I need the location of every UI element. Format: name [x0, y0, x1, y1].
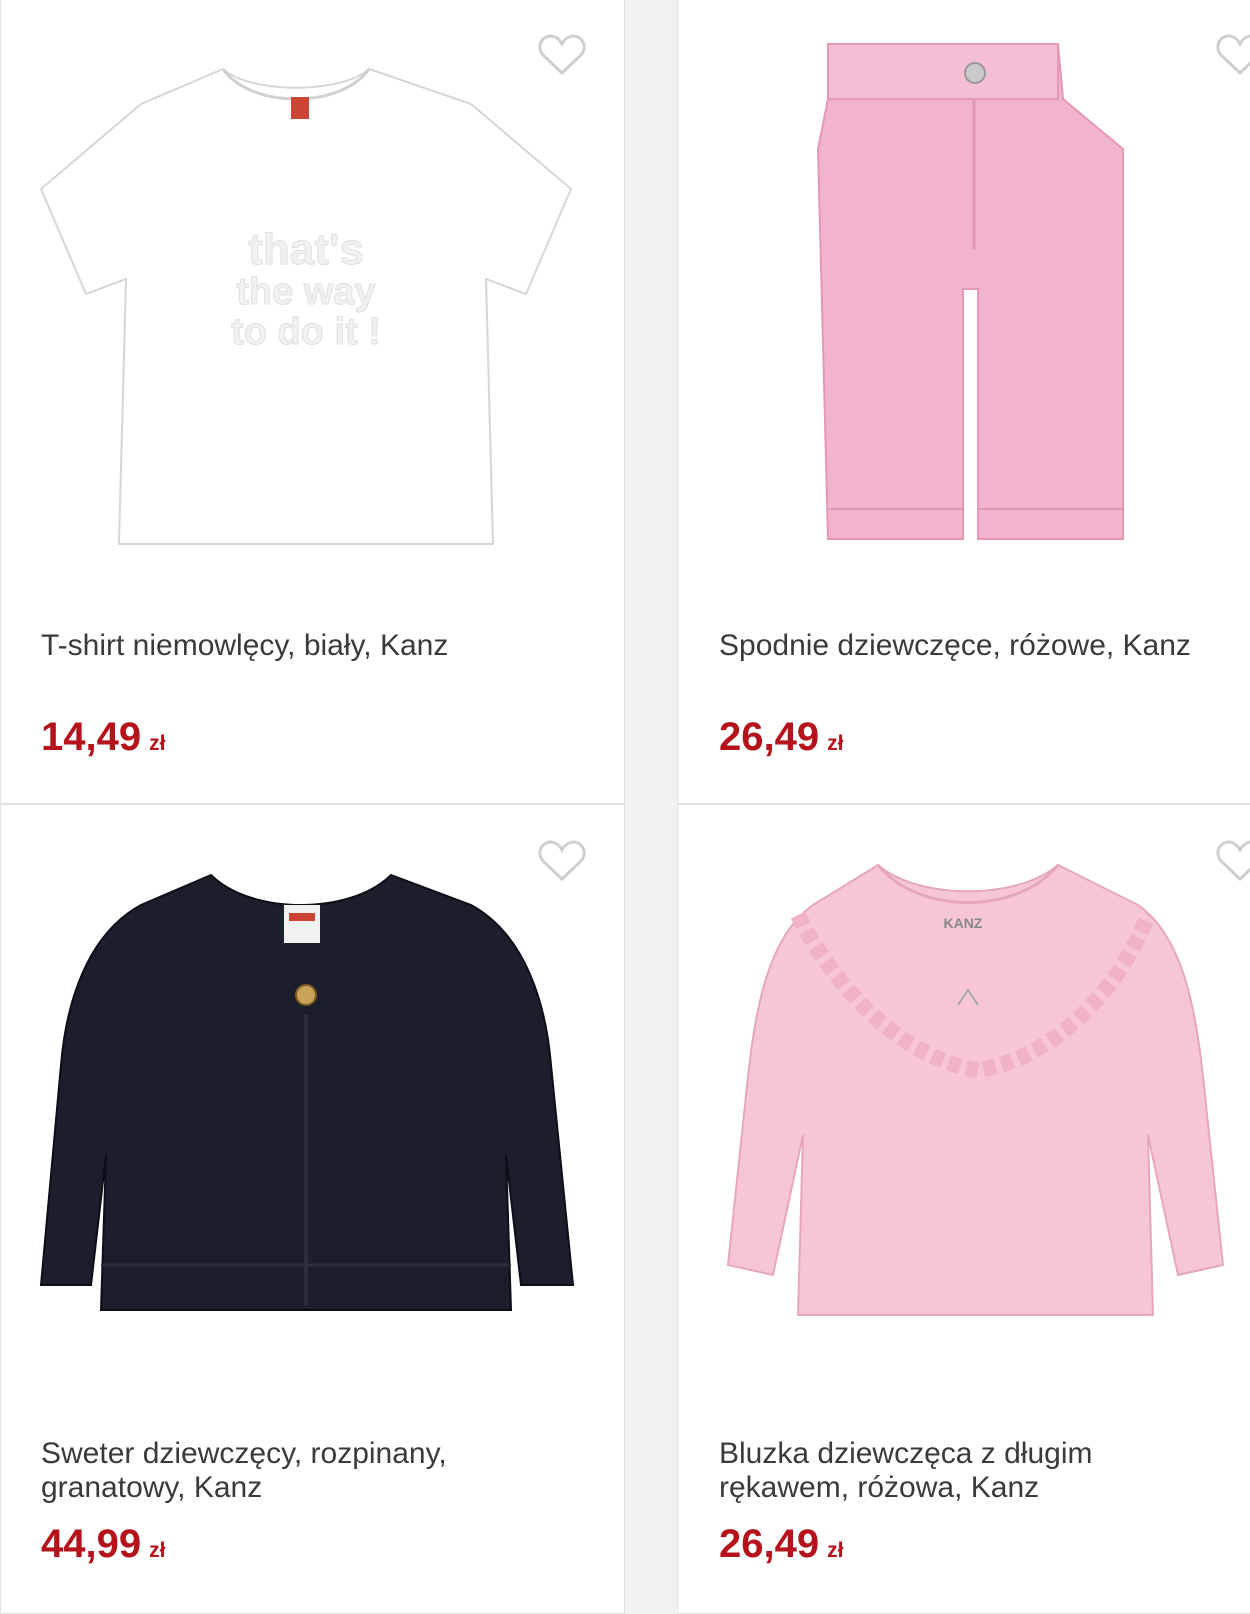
- product-card[interactable]: that's the way to do it ! T-shirt niemow…: [0, 0, 625, 804]
- price-value: 44,99: [41, 1522, 142, 1566]
- product-image[interactable]: [1, 805, 625, 1405]
- product-card[interactable]: Sweter dziewczęcy, rozpinany, granatowy,…: [0, 804, 625, 1614]
- product-price: 26,49 zł: [719, 715, 843, 766]
- price-currency: zł: [827, 1539, 844, 1562]
- product-title[interactable]: T-shirt niemowlęcy, biały, Kanz: [41, 629, 624, 663]
- heart-icon[interactable]: [537, 33, 587, 77]
- product-image[interactable]: that's the way to do it !: [1, 0, 625, 599]
- product-price: 14,49 zł: [41, 715, 165, 766]
- product-title[interactable]: Spodnie dziewczęce, różowe, Kanz: [719, 629, 1250, 663]
- product-price: 44,99 zł: [41, 1522, 165, 1573]
- product-price: 26,49 zł: [719, 1522, 843, 1573]
- svg-text:the way: the way: [236, 271, 375, 313]
- price-value: 26,49: [719, 715, 820, 759]
- svg-text:KANZ: KANZ: [944, 915, 983, 931]
- heart-icon[interactable]: [1215, 33, 1250, 77]
- heart-icon[interactable]: [537, 839, 587, 883]
- svg-text:to do it !: to do it !: [231, 311, 381, 353]
- product-card[interactable]: Spodnie dziewczęce, różowe, Kanz 26,49 zł: [677, 0, 1250, 804]
- product-image[interactable]: [678, 0, 1250, 599]
- svg-text:that's: that's: [248, 225, 364, 274]
- price-currency: zł: [149, 1539, 166, 1562]
- product-title[interactable]: Bluzka dziewczęca z długim rękawem, różo…: [719, 1437, 1250, 1505]
- price-currency: zł: [827, 732, 844, 755]
- price-value: 26,49: [719, 1522, 820, 1566]
- product-image[interactable]: KANZ: [678, 805, 1250, 1405]
- product-card[interactable]: KANZ Bluzka dziewczęca z długim rękawem,…: [677, 804, 1250, 1614]
- price-value: 14,49: [41, 715, 142, 759]
- product-title[interactable]: Sweter dziewczęcy, rozpinany, granatowy,…: [41, 1437, 624, 1505]
- heart-icon[interactable]: [1215, 839, 1250, 883]
- price-currency: zł: [149, 732, 166, 755]
